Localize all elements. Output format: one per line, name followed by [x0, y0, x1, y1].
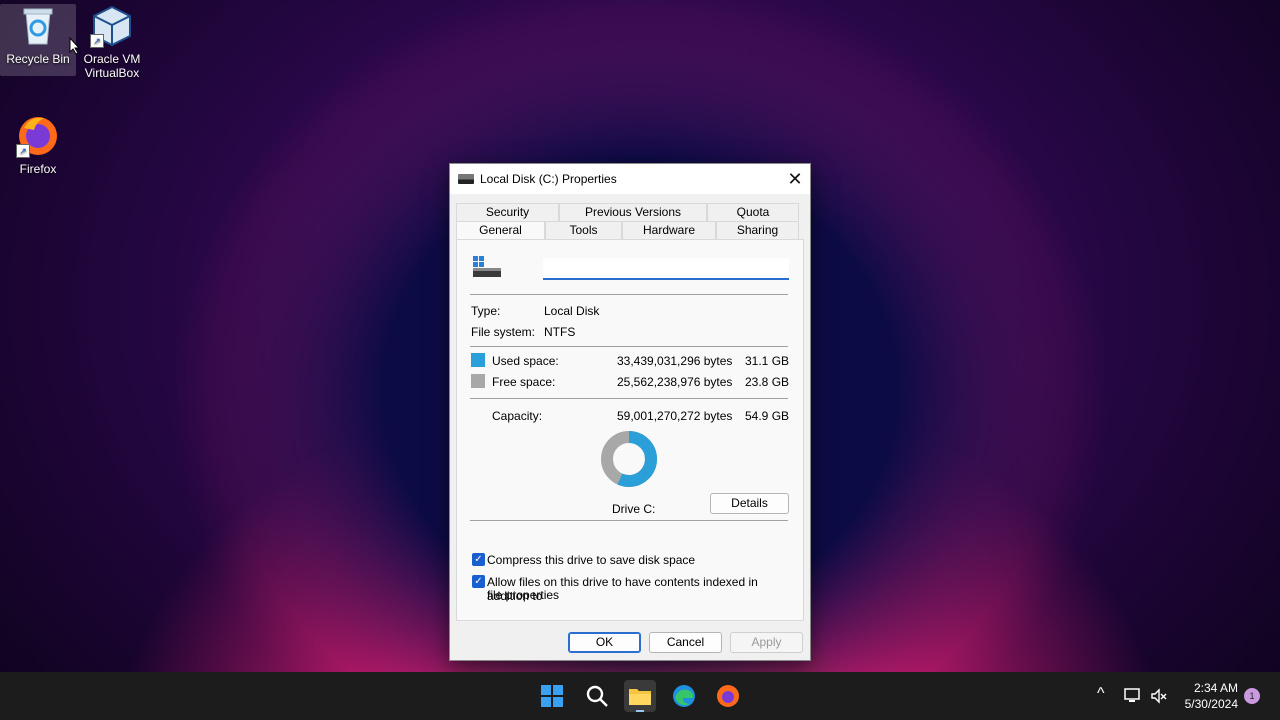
tab-hardware[interactable]: Hardware	[622, 221, 716, 239]
divider	[470, 346, 788, 347]
used-space-swatch	[471, 353, 485, 367]
tab-sharing[interactable]: Sharing	[716, 221, 799, 239]
disk-usage-donut	[601, 431, 657, 487]
network-icon[interactable]	[1124, 688, 1142, 704]
divider	[470, 398, 788, 399]
desktop-icon-label: Recycle Bin	[6, 52, 70, 66]
drive-icon	[473, 256, 501, 277]
edge-icon[interactable]	[668, 680, 700, 712]
ok-button[interactable]: OK	[568, 632, 641, 653]
shortcut-arrow-icon: ↗	[90, 34, 104, 48]
clock-date: 5/30/2024	[1184, 697, 1238, 711]
clock-time: 2:34 AM	[1193, 681, 1238, 695]
search-icon[interactable]	[581, 680, 613, 712]
chevron-up-icon[interactable]: ^	[1097, 685, 1105, 703]
used-space-gb: 31.1 GB	[745, 354, 790, 368]
desktop-icon-recycle-bin[interactable]: Recycle Bin	[0, 4, 76, 76]
divider	[470, 520, 788, 521]
index-label-continued: file properties	[487, 588, 560, 602]
desktop-icon-label: Oracle VM VirtualBox	[83, 52, 141, 80]
used-space-bytes: 33,439,031,296 bytes	[617, 354, 733, 368]
desktop-icon-firefox[interactable]: ↗ Firefox	[0, 114, 76, 176]
properties-dialog: Local Disk (C:) Properties ✕ Security Pr…	[449, 163, 811, 661]
tab-previous-versions[interactable]: Previous Versions	[559, 203, 707, 221]
firefox-icon: ↗	[16, 114, 60, 158]
drive-label: Drive C:	[612, 502, 656, 516]
compress-label: Compress this drive to save disk space	[487, 553, 696, 567]
tab-row-front: General Tools Hardware Sharing	[456, 221, 800, 241]
free-space-swatch	[471, 374, 485, 388]
tab-general[interactable]: General	[456, 221, 545, 241]
tab-quota[interactable]: Quota	[707, 203, 799, 221]
free-space-gb: 23.8 GB	[745, 375, 790, 389]
desktop-icon-label: Firefox	[19, 162, 57, 176]
close-button[interactable]: ✕	[780, 164, 810, 194]
type-value: Local Disk	[544, 304, 600, 318]
recycle-bin-icon	[16, 4, 60, 48]
file-system-value: NTFS	[544, 325, 576, 339]
firefox-icon[interactable]	[712, 680, 744, 712]
drive-icon	[458, 174, 474, 184]
taskbar: ^ 2:34 AM 5/30/2024 1	[0, 672, 1280, 720]
compress-checkbox[interactable]: ✓	[472, 553, 485, 566]
capacity-gb: 54.9 GB	[745, 409, 790, 423]
general-tab-panel: Type: Local Disk File system: NTFS Used …	[456, 239, 804, 621]
windows-start-icon[interactable]	[536, 680, 568, 712]
free-space-bytes: 25,562,238,976 bytes	[617, 375, 733, 389]
cancel-button[interactable]: Cancel	[649, 632, 722, 653]
divider	[470, 294, 788, 295]
index-checkbox[interactable]: ✓	[472, 575, 485, 588]
apply-button[interactable]: Apply	[730, 632, 803, 653]
tab-tools[interactable]: Tools	[545, 221, 622, 239]
dialog-titlebar[interactable]: Local Disk (C:) Properties ✕	[450, 164, 810, 194]
tab-row-back: Security Previous Versions Quota	[456, 203, 800, 221]
desktop-icon-virtualbox[interactable]: ↗ Oracle VM VirtualBox	[74, 4, 150, 80]
file-system-label: File system:	[471, 325, 536, 339]
notification-badge[interactable]: 1	[1244, 688, 1260, 704]
tab-security[interactable]: Security	[456, 203, 559, 221]
capacity-bytes: 59,001,270,272 bytes	[617, 409, 733, 423]
volume-muted-icon[interactable]	[1150, 688, 1168, 704]
shortcut-arrow-icon: ↗	[16, 144, 30, 158]
used-space-label: Used space:	[492, 354, 559, 368]
details-button[interactable]: Details	[710, 493, 789, 514]
drive-name-input[interactable]	[543, 258, 789, 280]
file-explorer-icon[interactable]	[624, 680, 656, 712]
free-space-label: Free space:	[492, 375, 556, 389]
mouse-cursor-icon	[69, 37, 81, 55]
clock[interactable]: 2:34 AM 5/30/2024	[1185, 680, 1238, 712]
type-label: Type:	[471, 304, 501, 318]
dialog-title: Local Disk (C:) Properties	[480, 172, 617, 186]
capacity-label: Capacity:	[492, 409, 543, 423]
virtualbox-icon: ↗	[90, 4, 134, 48]
